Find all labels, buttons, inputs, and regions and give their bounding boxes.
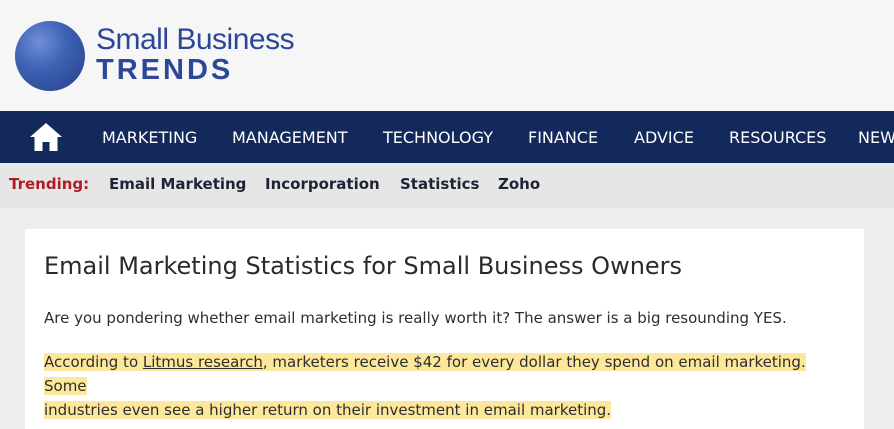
trending-bar: Trending: Email Marketing Incorporation … — [0, 163, 894, 208]
trending-link-statistics[interactable]: Statistics — [400, 175, 479, 193]
highlight-text-start: According to — [44, 353, 143, 371]
site-header: Small Business TRENDS — [0, 0, 894, 111]
logo-globe-icon[interactable] — [15, 21, 85, 91]
logo-text-top[interactable]: Small Business — [96, 23, 295, 57]
litmus-research-link[interactable]: Litmus research — [143, 353, 263, 371]
article-title: Email Marketing Statistics for Small Bus… — [44, 252, 683, 280]
article-intro: Are you pondering whether email marketin… — [44, 309, 787, 327]
nav-item-advice[interactable]: ADVICE — [634, 111, 694, 163]
main-navbar: MARKETING MANAGEMENT TECHNOLOGY FINANCE … — [0, 111, 894, 163]
logo-text-bottom[interactable]: TRENDS — [96, 54, 233, 87]
trending-label: Trending: — [9, 175, 90, 193]
highlight-text-line2: industries even see a higher return on t… — [44, 401, 612, 419]
nav-item-marketing[interactable]: MARKETING — [102, 111, 197, 163]
article-highlight-paragraph: According to Litmus research, marketers … — [44, 350, 844, 422]
trending-link-email-marketing[interactable]: Email Marketing — [109, 175, 246, 193]
nav-item-management[interactable]: MANAGEMENT — [232, 111, 348, 163]
trending-link-incorporation[interactable]: Incorporation — [265, 175, 380, 193]
nav-item-finance[interactable]: FINANCE — [528, 111, 598, 163]
nav-item-resources[interactable]: RESOURCES — [729, 111, 826, 163]
nav-item-news[interactable]: NEWS — [858, 111, 894, 163]
trending-link-zoho[interactable]: Zoho — [498, 175, 540, 193]
article-card: Email Marketing Statistics for Small Bus… — [25, 229, 864, 429]
nav-item-technology[interactable]: TECHNOLOGY — [383, 111, 493, 163]
home-icon[interactable] — [29, 122, 63, 152]
